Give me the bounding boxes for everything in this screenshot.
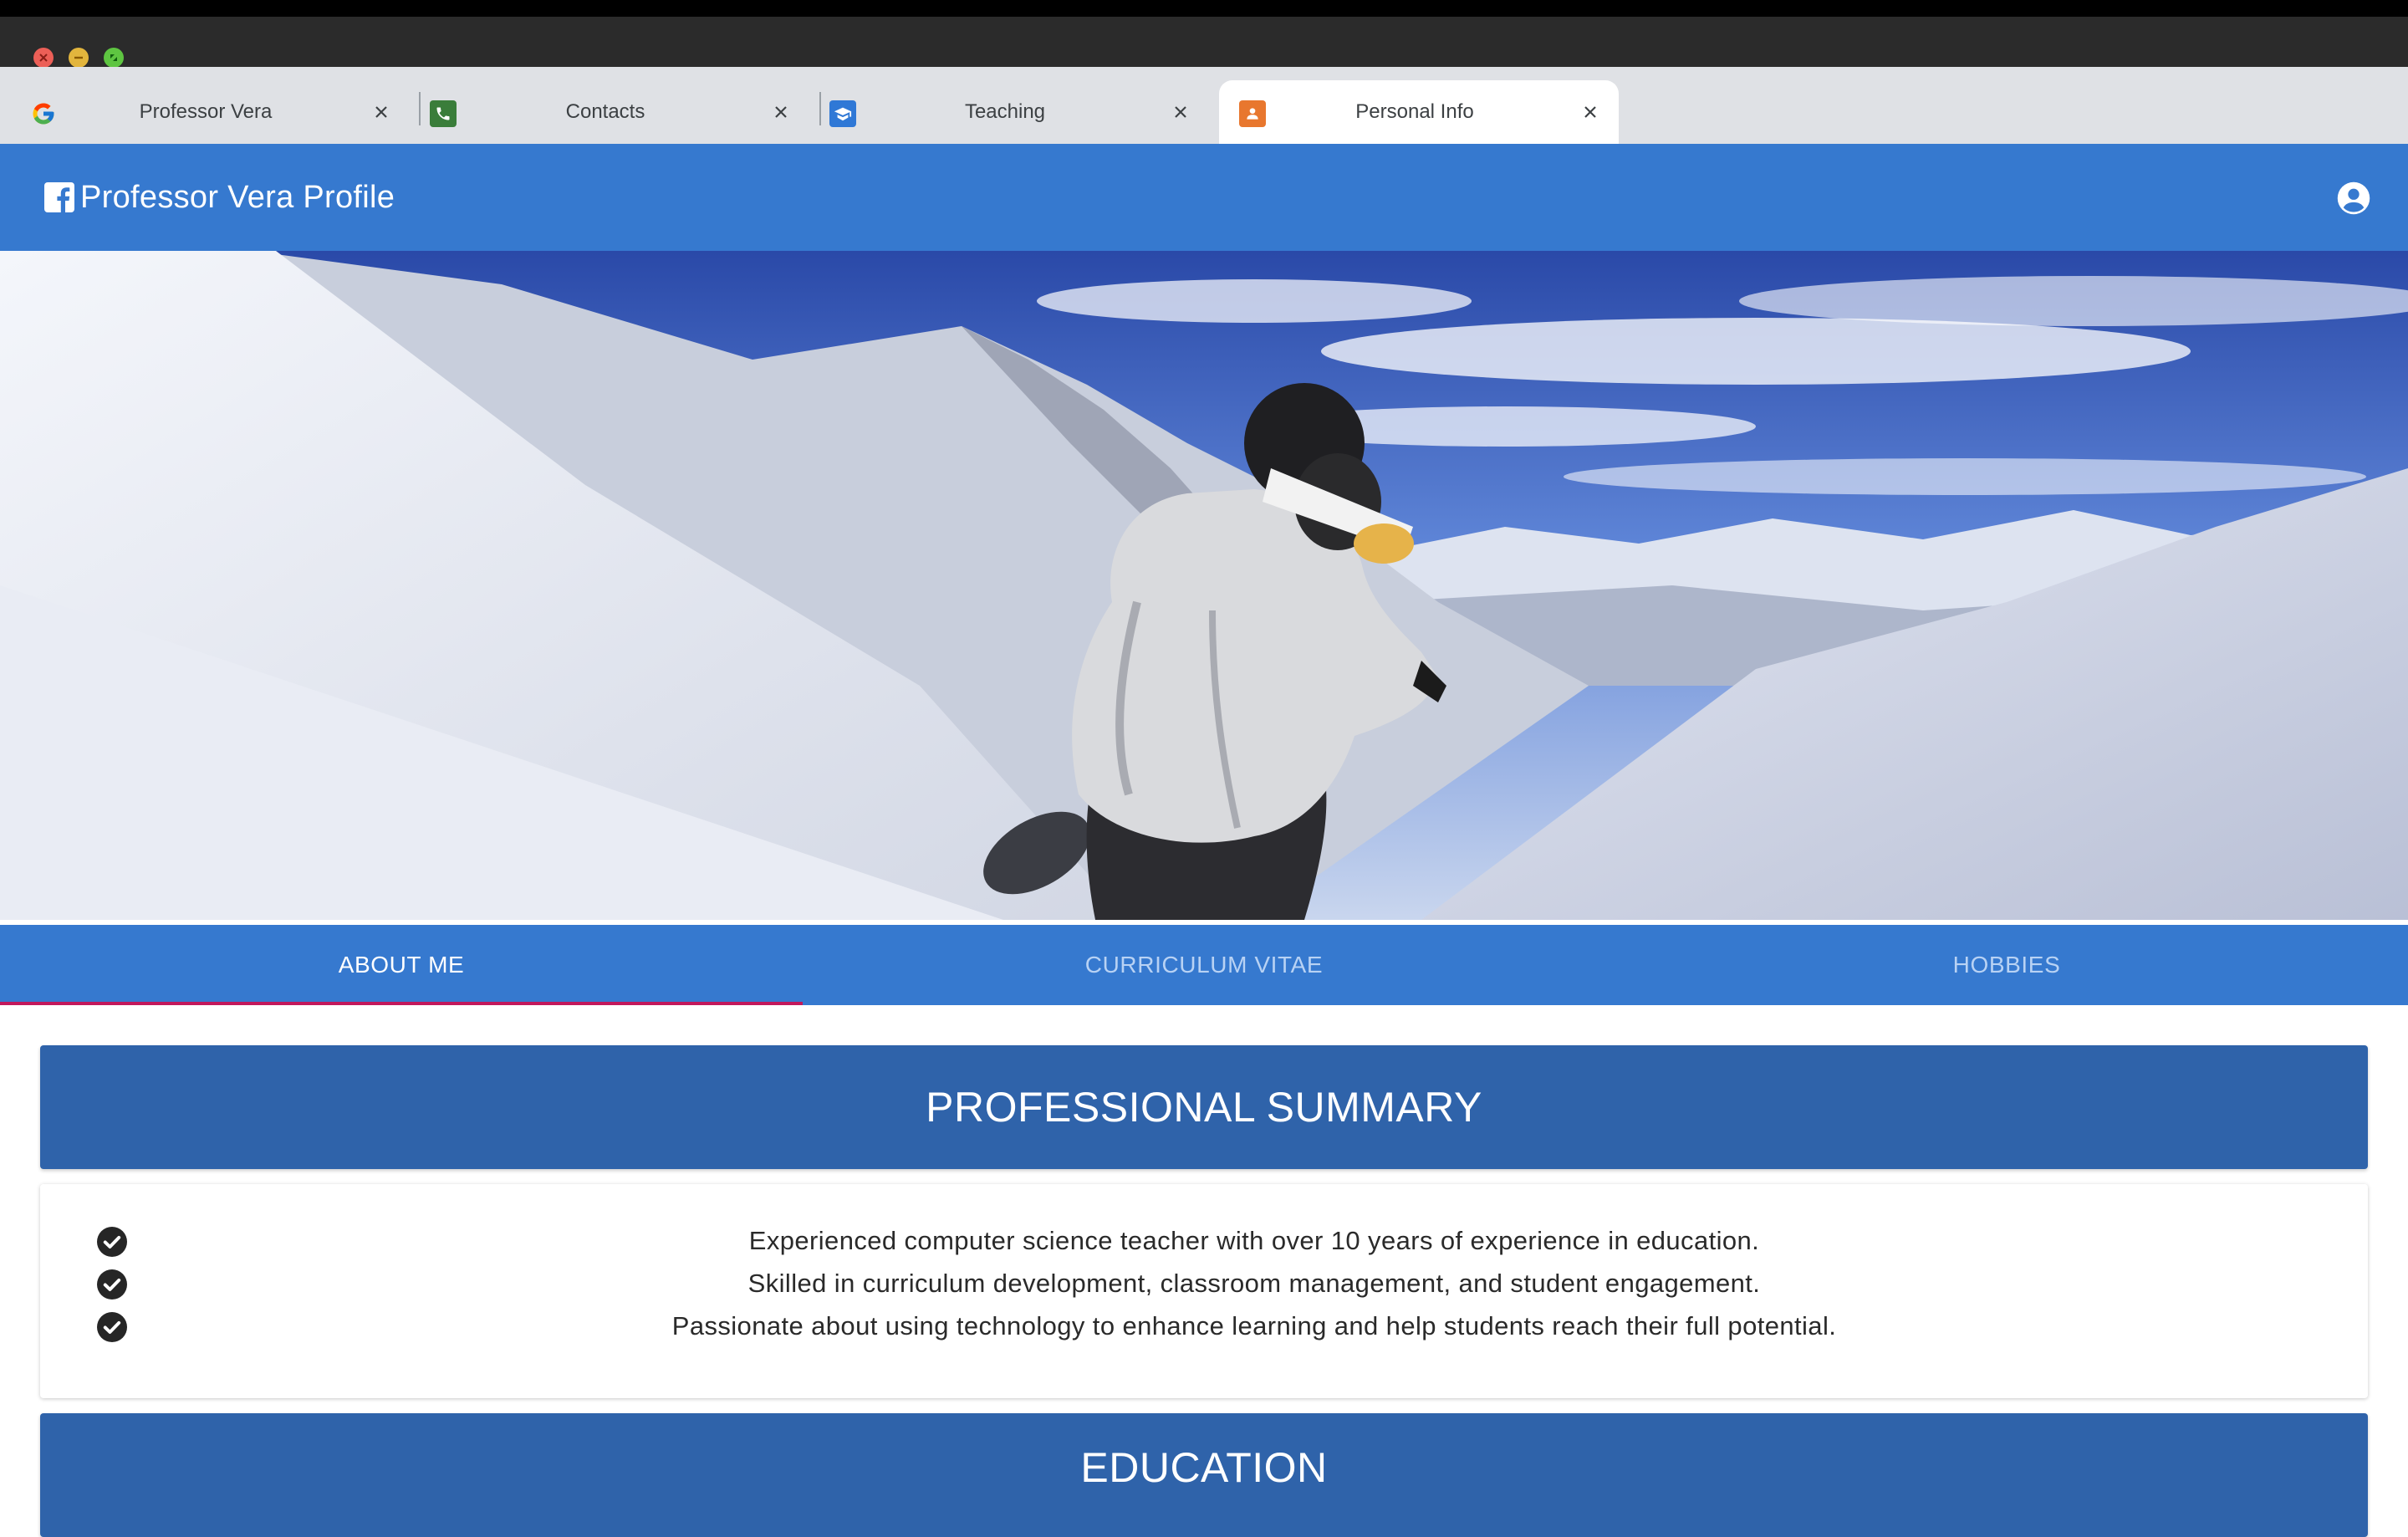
person-icon <box>1239 100 1266 127</box>
tab-hobbies[interactable]: HOBBIES <box>1605 925 2408 1005</box>
browser-tab-contacts[interactable]: Contacts <box>410 80 809 144</box>
account-circle-icon[interactable] <box>2336 181 2371 216</box>
fullscreen-icon <box>110 54 117 61</box>
window-titlebar <box>0 17 2408 68</box>
close-tab-icon[interactable] <box>368 99 395 125</box>
site-title: Professor Vera Profile <box>80 179 395 215</box>
close-tab-icon[interactable] <box>768 99 794 125</box>
tab-title: Personal Info <box>1355 100 1474 123</box>
fullscreen-window-button[interactable] <box>104 48 124 68</box>
close-window-button[interactable] <box>33 48 54 68</box>
close-tab-icon[interactable] <box>1577 99 1604 125</box>
section-title: PROFESSIONAL SUMMARY <box>926 1084 1482 1131</box>
tab-about-me[interactable]: ABOUT ME <box>0 925 803 1005</box>
google-icon <box>30 100 57 127</box>
browser-tab-personal-info[interactable]: Personal Info <box>1219 80 1619 144</box>
check-circle-icon <box>97 1227 127 1257</box>
section-title: EDUCATION <box>1080 1444 1328 1491</box>
browser-tab-teaching[interactable]: Teaching <box>809 80 1209 144</box>
tab-title: Contacts <box>565 100 645 123</box>
graduation-cap-icon <box>829 100 856 127</box>
tab-title: Teaching <box>964 100 1046 123</box>
profile-tabs: ABOUT ME CURRICULUM VITAE HOBBIES <box>0 925 2408 1005</box>
phone-icon <box>430 100 457 127</box>
summary-item-text: Passionate about using technology to enh… <box>671 1311 1837 1340</box>
summary-card: Experienced computer science teacher wit… <box>40 1184 2368 1398</box>
check-circle-icon <box>97 1312 127 1342</box>
summary-item-text: Experienced computer science teacher wit… <box>748 1226 1760 1255</box>
summary-item-text: Skilled in curriculum development, class… <box>747 1269 1761 1298</box>
tab-title: Professor Vera <box>139 100 273 123</box>
browser-tab-strip: Professor Vera Contacts Teaching Persona… <box>0 67 2408 144</box>
list-item: Passionate about using technology to enh… <box>40 1305 2368 1347</box>
close-x-icon <box>39 54 48 62</box>
browser-tab-professor-vera[interactable]: Professor Vera <box>10 80 410 144</box>
tab-curriculum-vitae[interactable]: CURRICULUM VITAE <box>803 925 1605 1005</box>
app-header: Professor Vera Profile <box>0 144 2408 251</box>
check-circle-icon <box>97 1269 127 1300</box>
minimize-icon <box>74 56 83 59</box>
hero-image <box>0 251 2408 920</box>
brand[interactable]: Professor Vera Profile <box>43 177 395 217</box>
screen-top-strip <box>0 0 2408 17</box>
list-item: Experienced computer science teacher wit… <box>40 1220 2368 1262</box>
professional-summary-header: PROFESSIONAL SUMMARY <box>40 1045 2368 1169</box>
facebook-icon <box>44 182 74 212</box>
list-item: Skilled in curriculum development, class… <box>40 1263 2368 1305</box>
close-tab-icon[interactable] <box>1167 99 1194 125</box>
minimize-window-button[interactable] <box>69 48 89 68</box>
education-header: EDUCATION <box>40 1413 2368 1537</box>
